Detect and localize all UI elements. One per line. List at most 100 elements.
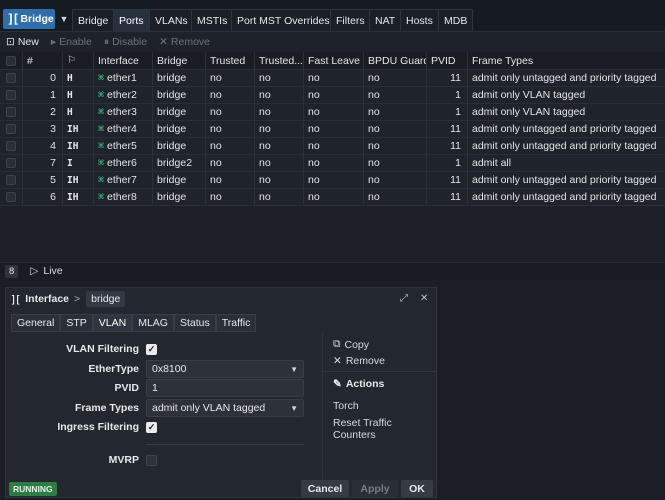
close-icon[interactable]: ✕: [420, 293, 428, 304]
ethertype-select[interactable]: 0x8100 ▼: [146, 360, 304, 378]
row-checkbox[interactable]: [6, 141, 16, 151]
live-button[interactable]: ▷ Live: [30, 265, 62, 277]
ethernet-icon: ⌘: [98, 106, 105, 118]
torch-button[interactable]: Torch: [333, 400, 359, 412]
table-row[interactable]: 6 IH ⌘ ether8 bridge no no no no 11 admit only unt…: [0, 189, 665, 206]
select-all-checkbox-cell[interactable]: [0, 52, 22, 69]
vlan-filtering-checkbox[interactable]: ✓: [146, 344, 157, 355]
row-checkbox[interactable]: [6, 90, 16, 100]
row-flags-text: H: [67, 72, 73, 84]
pvid-value: 1: [152, 382, 158, 394]
column-header-num[interactable]: #: [22, 52, 62, 69]
select-all-checkbox[interactable]: [6, 55, 16, 66]
reset-traffic-counters-button[interactable]: Reset Traffic Counters: [333, 417, 436, 441]
expand-icon[interactable]: ⤢: [400, 293, 408, 304]
row-fast-leave: no: [303, 121, 363, 137]
tab-traffic[interactable]: Traffic: [215, 314, 257, 332]
column-header-bridge[interactable]: Bridge: [152, 52, 205, 69]
column-header-trusted2[interactable]: Trusted...: [254, 52, 303, 69]
row-pvid-text: 1: [455, 157, 461, 169]
row-checkbox-cell[interactable]: [0, 70, 22, 86]
column-header-frame-types[interactable]: Frame Types: [467, 52, 665, 69]
table-header: # ⚐ Interface Bridge Trusted Trusted... …: [0, 52, 665, 70]
column-header-interface[interactable]: Interface: [93, 52, 152, 69]
chevron-down-icon[interactable]: ▼: [56, 9, 72, 29]
copy-button[interactable]: ⧉ Copy: [333, 338, 369, 351]
column-header-fast-leave[interactable]: Fast Leave: [303, 52, 363, 69]
pvid-input[interactable]: 1: [146, 379, 304, 397]
table-row[interactable]: 5 IH ⌘ ether7 bridge no no no no 11 admit only unt…: [0, 172, 665, 189]
row-checkbox-cell[interactable]: [0, 121, 22, 137]
row-interface-name: ether5: [107, 140, 137, 152]
column-header-flags[interactable]: ⚐: [62, 52, 93, 69]
disable-button[interactable]: ⏸ Disable: [98, 36, 153, 49]
table-row[interactable]: 4 IH ⌘ ether5 bridge no no no no 11 admit only unt…: [0, 138, 665, 155]
tab-nat[interactable]: NAT: [369, 9, 402, 31]
tab-ports[interactable]: Ports: [113, 9, 150, 31]
row-checkbox[interactable]: [6, 192, 16, 202]
row-checkbox-cell[interactable]: [0, 138, 22, 154]
row-checkbox-cell[interactable]: [0, 87, 22, 103]
enable-button[interactable]: ▸ Enable: [45, 36, 98, 48]
table-row[interactable]: 1 H ⌘ ether2 bridge no no no no 1 admit only VLAN …: [0, 87, 665, 104]
tab-mlag[interactable]: MLAG: [132, 314, 174, 332]
dialog-item-name: bridge: [86, 291, 126, 307]
row-fast-leave-text: no: [308, 123, 320, 135]
tab-status[interactable]: Status: [173, 314, 216, 332]
row-checkbox-cell[interactable]: [0, 189, 22, 205]
remove-button[interactable]: ✕ Remove: [333, 355, 385, 367]
tab-filters[interactable]: Filters: [330, 9, 371, 31]
tab-hosts[interactable]: Hosts: [400, 9, 439, 31]
row-checkbox[interactable]: [6, 124, 16, 134]
tab-mdb[interactable]: MDB: [438, 9, 474, 31]
cancel-button[interactable]: Cancel: [301, 480, 349, 497]
row-number: 4: [22, 138, 62, 154]
ok-button[interactable]: OK: [401, 480, 433, 497]
frame-types-select[interactable]: admit only VLAN tagged ▼: [146, 399, 304, 417]
column-header-pvid[interactable]: PVID: [426, 52, 467, 69]
frame-types-label: Frame Types: [75, 402, 139, 414]
column-header-trusted[interactable]: Trusted: [205, 52, 254, 69]
row-number: 6: [22, 189, 62, 205]
flag-icon: ⚐: [67, 55, 76, 66]
tab-port-mst-overrides[interactable]: Port MST Overrides: [231, 9, 336, 31]
row-bpdu-guard-text: no: [368, 89, 380, 101]
mvrp-checkbox[interactable]: [146, 455, 157, 466]
row-checkbox[interactable]: [6, 158, 16, 168]
row-checkbox-cell[interactable]: [0, 172, 22, 188]
row-frame-types: admit all: [467, 155, 665, 171]
row-number-text: 6: [50, 191, 56, 203]
row-bridge: bridge: [152, 104, 205, 120]
table-row[interactable]: 7 I ⌘ ether6 bridge2 no no no no 1 admit all: [0, 155, 665, 172]
row-checkbox-cell[interactable]: [0, 104, 22, 120]
row-checkbox[interactable]: [6, 175, 16, 185]
table-row[interactable]: 0 H ⌘ ether1 bridge no no no no 11 admit only unta…: [0, 70, 665, 87]
row-checkbox[interactable]: [6, 107, 16, 117]
row-interface: ⌘ ether2: [93, 87, 152, 103]
tab-vlan[interactable]: VLAN: [92, 314, 133, 332]
ethernet-icon: ⌘: [98, 72, 105, 84]
disable-label: Disable: [112, 36, 148, 48]
row-checkbox[interactable]: [6, 73, 16, 83]
tab-stp[interactable]: STP: [60, 314, 93, 332]
table-row[interactable]: 3 IH ⌘ ether4 bridge no no no no 11 admit only unt…: [0, 121, 665, 138]
row-number-text: 4: [50, 140, 56, 152]
row-bridge: bridge: [152, 138, 205, 154]
copy-label: Copy: [344, 338, 370, 351]
remove-label: Remove: [345, 355, 385, 367]
row-checkbox-cell[interactable]: [0, 155, 22, 171]
table-row[interactable]: 2 H ⌘ ether3 bridge no no no no 1 admit only VLAN …: [0, 104, 665, 121]
row-interface-name: ether3: [107, 106, 137, 118]
tab-general[interactable]: General: [11, 314, 61, 332]
tab-mstis[interactable]: MSTIs: [191, 9, 234, 31]
row-bpdu-guard-text: no: [368, 140, 380, 152]
new-button[interactable]: ⊡ New: [0, 36, 45, 48]
remove-button[interactable]: ✕ Remove: [153, 36, 216, 48]
row-trusted-text: no: [210, 140, 222, 152]
tab-vlans[interactable]: VLANs: [149, 9, 194, 31]
apply-button[interactable]: Apply: [352, 480, 398, 497]
column-header-bpdu-guard[interactable]: BPDU Guard: [363, 52, 426, 69]
tab-bridge[interactable]: Bridge: [72, 9, 115, 31]
ingress-filtering-checkbox[interactable]: ✓: [146, 422, 157, 433]
bridge-menu-button[interactable]: ][ Bridge: [3, 9, 55, 29]
